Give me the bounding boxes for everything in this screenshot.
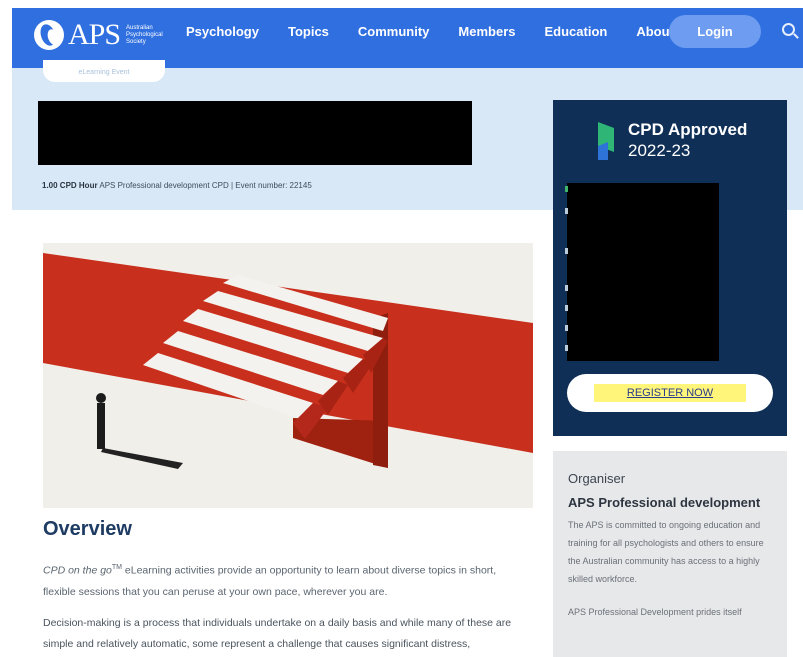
detail-marker bbox=[565, 345, 568, 351]
organiser-description: The APS is committed to ongoing educatio… bbox=[568, 520, 764, 584]
cpd-approved-title: CPD Approved bbox=[628, 120, 748, 139]
register-now-button[interactable]: REGISTER NOW bbox=[567, 374, 773, 412]
nav-item-psychology[interactable]: Psychology bbox=[186, 24, 259, 39]
cpd-registration-panel: CPD Approved 2022-23 REGISTER NOW bbox=[553, 100, 787, 436]
overview-heading: Overview bbox=[43, 518, 132, 540]
nav-item-topics[interactable]: Topics bbox=[288, 24, 329, 39]
login-button[interactable]: Login bbox=[669, 15, 761, 48]
nav-item-members[interactable]: Members bbox=[458, 24, 515, 39]
aps-logo-icon bbox=[34, 20, 64, 50]
overview-paragraph-2: Decision-making is a process that indivi… bbox=[43, 617, 512, 650]
organiser-name: APS Professional development bbox=[568, 495, 761, 510]
top-navigation-bar: APS Australian Psychological Society Psy… bbox=[12, 8, 803, 68]
cpd-on-the-go-label: CPD on the go bbox=[43, 564, 112, 577]
cpd-approved-year: 2022-23 bbox=[628, 141, 691, 160]
trademark-mark: TM bbox=[111, 564, 122, 571]
register-now-label: REGISTER NOW bbox=[593, 384, 747, 402]
nav-item-education[interactable]: Education bbox=[544, 24, 607, 39]
event-type-pill: eLearning Event bbox=[43, 60, 165, 82]
logo-subtitle: Australian Psychological Society bbox=[126, 24, 163, 45]
organiser-heading: Organiser bbox=[568, 471, 626, 486]
detail-marker bbox=[565, 208, 568, 214]
aps-logo[interactable]: APS Australian Psychological Society bbox=[34, 18, 171, 52]
detail-marker bbox=[565, 186, 568, 192]
organiser-card: Organiser APS Professional development T… bbox=[553, 451, 787, 657]
event-meta-details: APS Professional development CPD | Event… bbox=[97, 181, 312, 190]
hero-illustration-stairs bbox=[43, 243, 533, 508]
detail-marker bbox=[565, 325, 568, 331]
event-meta: 1.00 CPD Hour APS Professional developme… bbox=[42, 181, 312, 190]
organiser-description-2: APS Professional Development prides itse… bbox=[568, 607, 742, 617]
overview-paragraph-1: CPD on the goTM eLearning activities pro… bbox=[43, 557, 513, 603]
cpd-approved-logo-icon bbox=[598, 122, 614, 160]
detail-marker bbox=[565, 305, 568, 311]
logo-text: APS bbox=[68, 18, 121, 51]
redacted-event-details bbox=[567, 183, 719, 361]
redacted-event-title bbox=[38, 101, 472, 165]
detail-marker bbox=[565, 248, 568, 254]
search-icon[interactable] bbox=[782, 23, 795, 36]
detail-marker bbox=[565, 285, 568, 291]
nav-item-community[interactable]: Community bbox=[358, 24, 430, 39]
main-nav: Psychology Topics Community Members Educ… bbox=[186, 8, 733, 55]
cpd-hours: 1.00 CPD Hour bbox=[42, 181, 98, 190]
